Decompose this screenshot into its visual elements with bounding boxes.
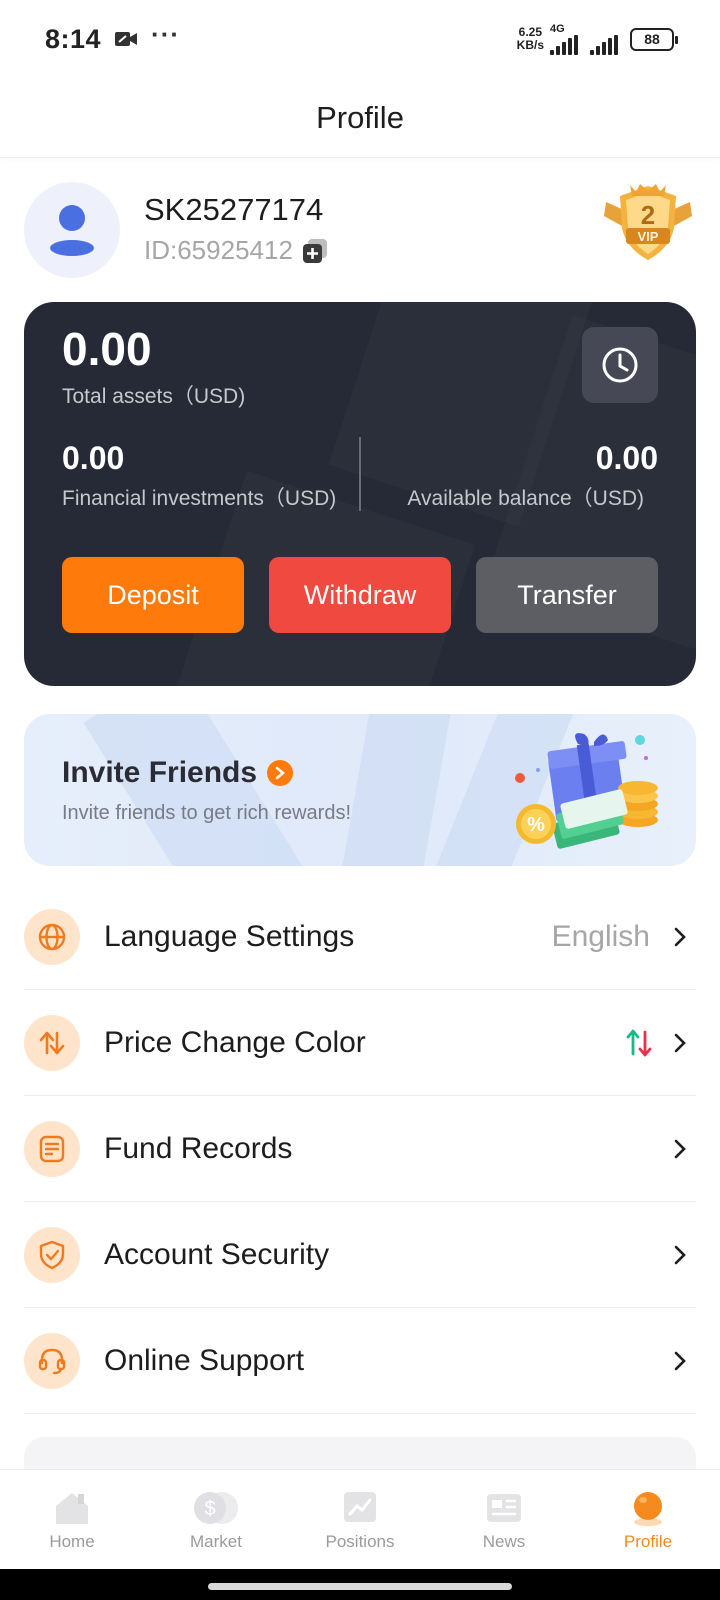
menu-item-language-settings[interactable]: Language Settings English [24, 884, 696, 990]
positions-icon [344, 1491, 376, 1522]
username: SK25277174 [144, 192, 324, 227]
more-notifications-icon: ··· [151, 18, 181, 49]
page-title: Profile [316, 99, 404, 135]
gift-box-icon: % [508, 728, 668, 858]
total-assets-value: 0.00 [62, 323, 152, 375]
vip-badge[interactable]: 2 VIP [600, 182, 696, 266]
history-button[interactable] [582, 327, 658, 403]
net-speed-unit: KB/s [516, 38, 544, 52]
arrow-right-icon [267, 760, 294, 786]
menu-item-fund-records[interactable]: Fund Records [24, 1096, 696, 1202]
withdraw-button[interactable]: Withdraw [269, 557, 451, 633]
invite-friends-banner[interactable]: Invite Friends Invite friends to get ric… [24, 714, 696, 866]
shield-icon [24, 1226, 80, 1283]
transfer-button[interactable]: Transfer [476, 557, 658, 633]
video-camera-icon [115, 31, 138, 47]
nav-news[interactable]: News [444, 1488, 564, 1552]
chevron-right-icon [674, 1245, 686, 1264]
nav-label: Positions [325, 1531, 395, 1551]
assets-card: 0.00 Total assets（USD) 0.00 Financial in… [24, 302, 696, 686]
nav-market[interactable]: $ Market [156, 1488, 276, 1552]
nav-label: Home [49, 1531, 95, 1551]
available-balance-label: Available balance（USD) [407, 487, 644, 510]
news-icon [487, 1493, 521, 1522]
banner-ray-2 [332, 714, 456, 866]
swap-arrows-icon [24, 1014, 80, 1071]
user-icon [50, 205, 94, 256]
signal-icon-2 [590, 35, 618, 55]
profile-row: SK25277174 ID:65925412 2 VIP [24, 182, 696, 278]
document-icon [24, 1120, 80, 1177]
nav-label: Profile [623, 1531, 673, 1551]
status-right: 6.25 KB/s 4G 88 [517, 22, 678, 55]
status-time: 8:14 [45, 23, 102, 54]
bottom-nav: Home $ Market Positions News Profile [0, 1469, 720, 1569]
svg-text:2: 2 [641, 200, 655, 230]
deposit-button[interactable]: Deposit [62, 557, 244, 633]
svg-text:%: % [527, 814, 545, 836]
status-bar: 8:14 ··· 6.25 KB/s 4G 88 [0, 0, 720, 78]
copy-icon[interactable] [301, 237, 329, 265]
available-balance-value: 0.00 [595, 440, 658, 476]
invite-subtitle: Invite friends to get rich rewards! [62, 802, 352, 824]
headset-icon [24, 1332, 80, 1389]
user-id: ID:65925412 [144, 235, 293, 265]
total-assets-label: Total assets（USD) [62, 385, 246, 408]
avatar[interactable] [24, 182, 120, 278]
menu-label: Language Settings [104, 919, 355, 953]
battery-icon: 88 [630, 27, 678, 51]
menu-label: Price Change Color [104, 1025, 366, 1059]
banner-ray [83, 714, 315, 866]
user-id-row: ID:65925412 [144, 235, 329, 266]
language-value: English [551, 919, 650, 953]
globe-icon [24, 908, 80, 965]
assets-divider [359, 437, 361, 511]
financial-investments-label: Financial investments（USD) [62, 487, 337, 510]
up-down-color-icon [626, 1029, 652, 1056]
status-left: 8:14 ··· [45, 19, 180, 55]
invite-title-text: Invite Friends [62, 756, 258, 789]
svg-text:VIP: VIP [638, 229, 659, 244]
clock-icon [602, 347, 638, 383]
menu-item-online-support[interactable]: Online Support [24, 1308, 696, 1414]
profile-icon [634, 1491, 662, 1526]
financial-investments-value: 0.00 [62, 440, 125, 476]
menu-item-account-security[interactable]: Account Security [24, 1202, 696, 1308]
menu-label: Account Security [104, 1237, 330, 1271]
nav-label: Market [190, 1531, 242, 1551]
home-icon [56, 1492, 88, 1524]
chevron-right-icon [674, 927, 686, 946]
signal-icon [550, 34, 578, 55]
chevron-right-icon [674, 1351, 686, 1370]
nav-home[interactable]: Home [12, 1488, 132, 1552]
menu-item-price-change-color[interactable]: Price Change Color [24, 990, 696, 1096]
svg-text:$: $ [204, 1498, 215, 1520]
chevron-right-icon [674, 1033, 686, 1052]
battery-level: 88 [644, 31, 660, 47]
network-type: 4G [550, 22, 565, 35]
invite-title: Invite Friends [62, 756, 294, 790]
nav-profile[interactable]: Profile [588, 1488, 708, 1552]
chevron-right-icon [674, 1139, 686, 1158]
app-header: Profile [0, 78, 720, 158]
market-icon: $ [194, 1491, 238, 1524]
menu-label: Fund Records [104, 1131, 293, 1165]
signal-group-1: 4G [550, 22, 578, 55]
menu-label: Online Support [104, 1343, 305, 1377]
home-indicator[interactable] [208, 1583, 512, 1590]
nav-label: News [482, 1531, 526, 1551]
nav-positions[interactable]: Positions [300, 1488, 420, 1552]
net-speed: 6.25 KB/s [517, 26, 544, 52]
